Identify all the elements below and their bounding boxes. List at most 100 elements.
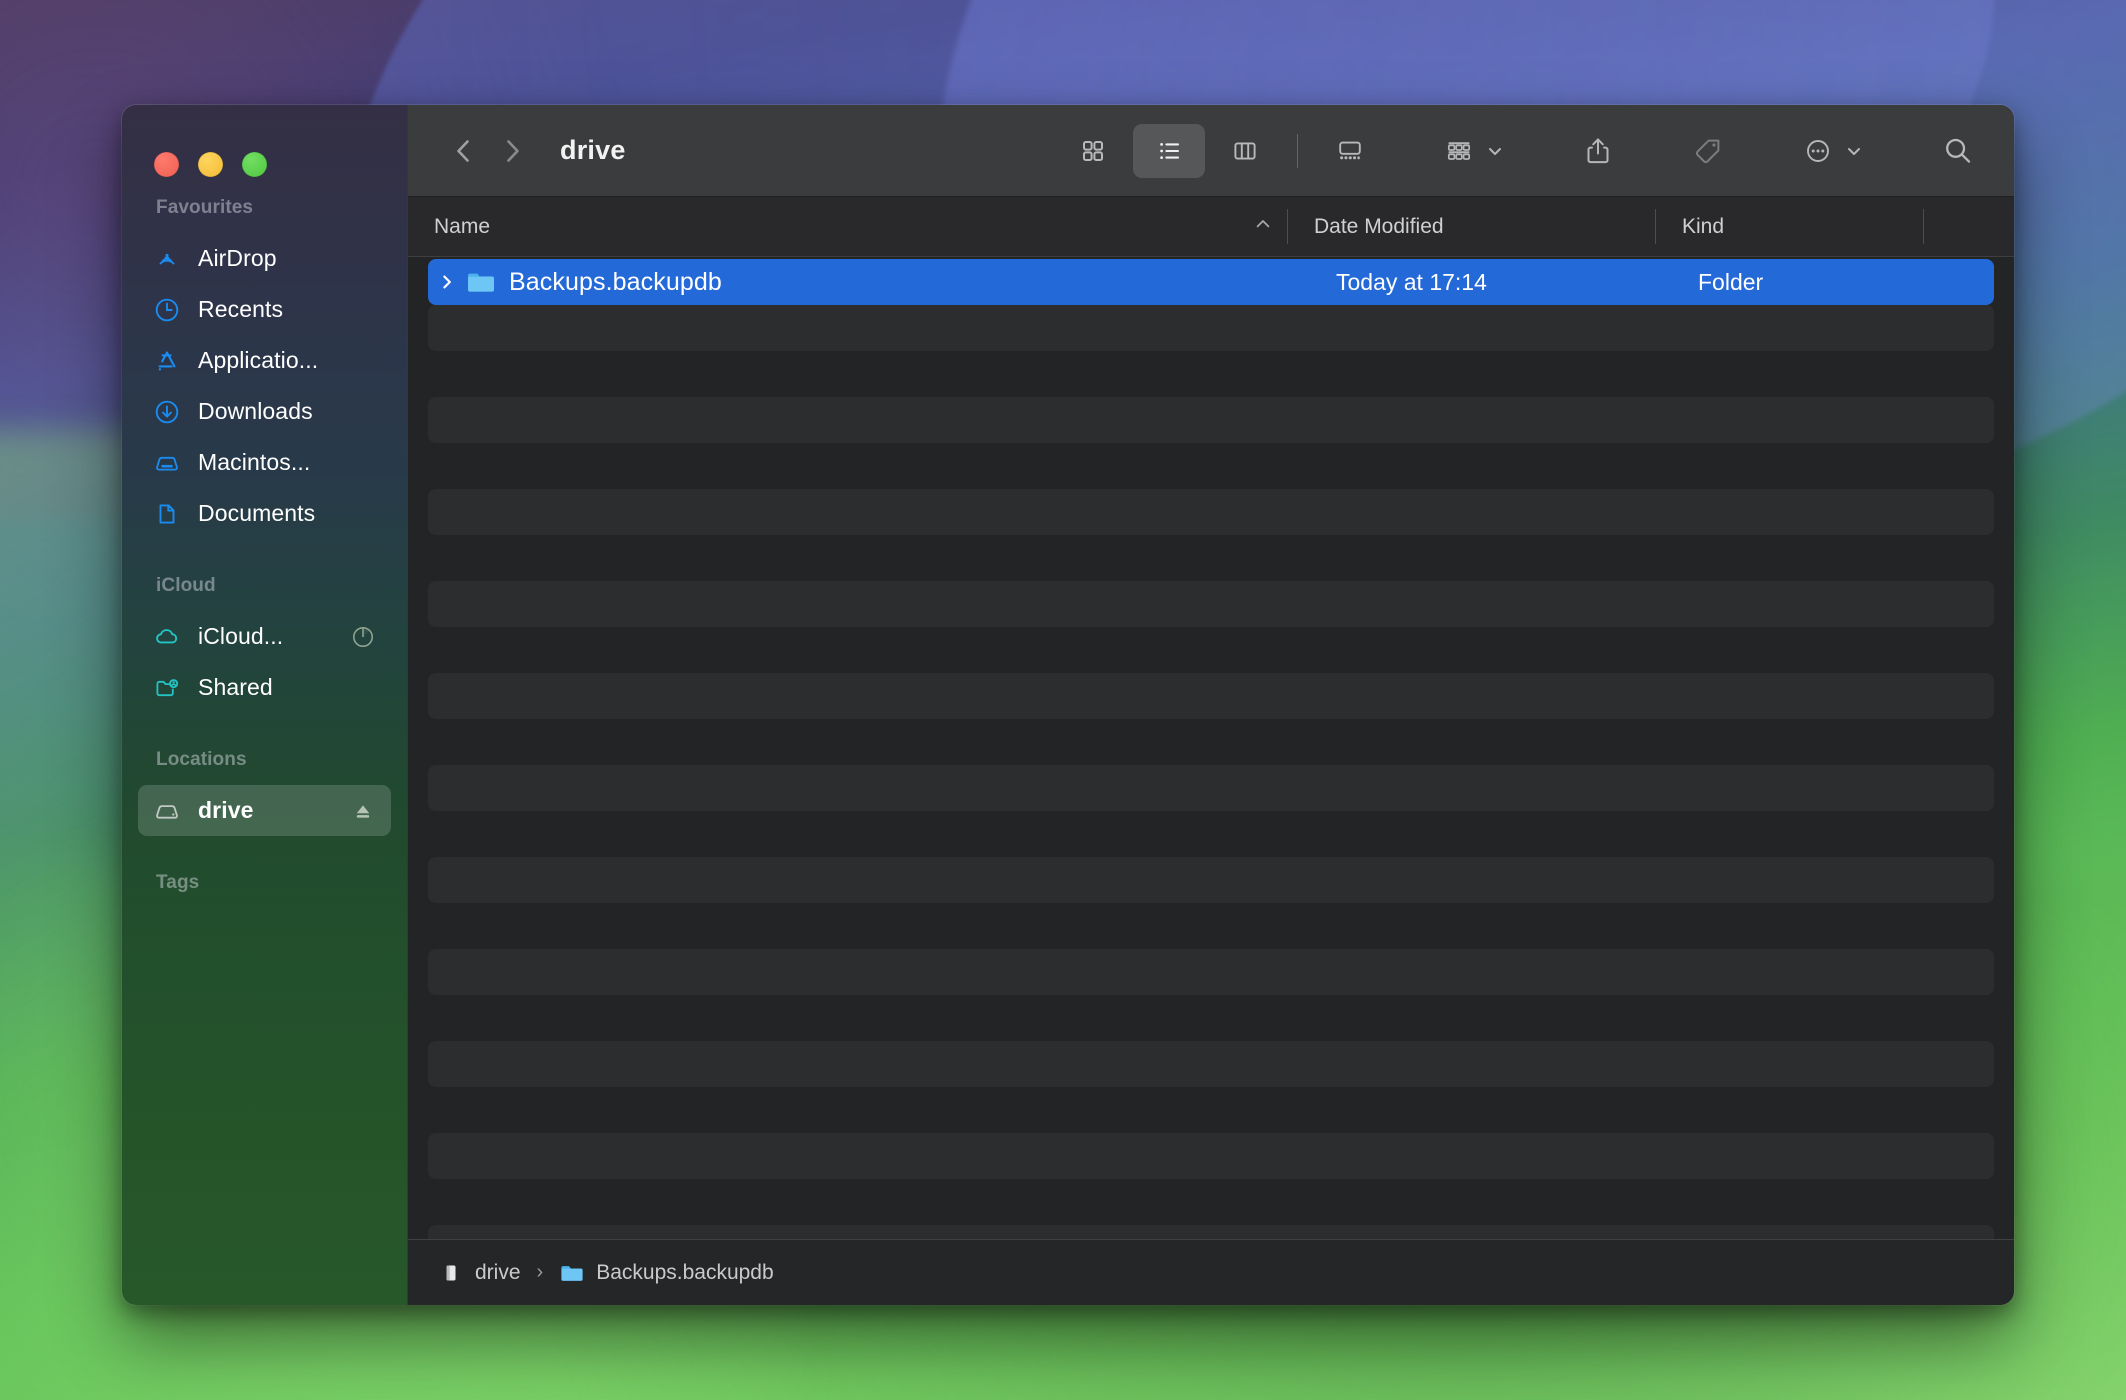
empty-row — [428, 811, 1994, 857]
path-bar: drive › Backups.backupdb — [408, 1239, 2014, 1305]
empty-row — [428, 1133, 1994, 1179]
clock-icon — [152, 295, 182, 325]
share-button[interactable] — [1569, 124, 1627, 178]
sidebar-section-icloud-title: iCloud — [156, 575, 216, 596]
sidebar-item-label: Macintos... — [198, 449, 311, 475]
empty-row — [428, 351, 1994, 397]
folder-icon — [464, 265, 498, 299]
view-mode-group — [1057, 123, 1386, 178]
empty-row — [428, 673, 1994, 719]
empty-row — [428, 719, 1994, 765]
file-list[interactable]: Backups.backupdb Today at 17:14 Folder — [408, 257, 2014, 1239]
gallery-view-button[interactable] — [1314, 124, 1386, 178]
sidebar-item-documents[interactable]: Documents — [138, 488, 391, 539]
table-row[interactable]: Backups.backupdb Today at 17:14 Folder — [428, 259, 1994, 305]
page-title: drive — [560, 135, 626, 165]
window-controls — [122, 105, 407, 197]
toolbar-divider — [1297, 133, 1298, 168]
list-view-button[interactable] — [1133, 123, 1205, 178]
more-actions-button[interactable] — [1789, 124, 1876, 178]
breadcrumb-label: drive — [475, 1260, 521, 1284]
empty-row — [428, 1179, 1994, 1225]
column-headers: Name Date Modified Kind — [408, 197, 2014, 257]
empty-row — [428, 305, 1994, 351]
column-header-date-modified[interactable]: Date Modified — [1288, 197, 1656, 256]
file-name: Backups.backupdb — [509, 267, 722, 296]
chevron-down-icon — [1848, 147, 1860, 155]
back-button[interactable] — [440, 127, 488, 175]
tags-button[interactable] — [1679, 124, 1737, 178]
breadcrumb-item-backups[interactable]: Backups.backupdb — [559, 1260, 774, 1286]
sidebar-item-icloud-drive[interactable]: iCloud... — [138, 611, 391, 662]
breadcrumb-separator: › — [536, 1261, 544, 1283]
empty-row — [428, 397, 1994, 443]
search-button[interactable] — [1928, 124, 1988, 178]
empty-row — [428, 765, 1994, 811]
empty-row — [428, 949, 1994, 995]
airdrop-icon — [152, 244, 182, 274]
sidebar-item-drive[interactable]: drive — [138, 785, 391, 836]
sidebar-section-favourites-title: Favourites — [156, 197, 254, 218]
sidebar-item-shared[interactable]: Shared — [138, 662, 391, 713]
external-drive-icon — [438, 1260, 464, 1286]
column-header-kind[interactable]: Kind — [1656, 197, 1924, 256]
file-kind: Folder — [1698, 268, 1764, 295]
column-header-label: Date Modified — [1314, 214, 1444, 238]
finder-window: Favourites AirDrop Recents Applicatio...… — [122, 105, 2014, 1305]
sidebar-section-locations-title: Locations — [156, 749, 247, 770]
eject-icon[interactable] — [349, 797, 377, 825]
empty-row — [428, 1225, 1994, 1239]
sidebar-item-label: Recents — [198, 296, 284, 322]
sidebar-item-macintosh-hd[interactable]: Macintos... — [138, 437, 391, 488]
sidebar-item-applications[interactable]: Applicatio... — [138, 335, 391, 386]
empty-row — [428, 1041, 1994, 1087]
close-button[interactable] — [154, 152, 179, 177]
column-header-label: Kind — [1682, 214, 1725, 238]
disclosure-chevron-icon[interactable] — [430, 272, 464, 292]
forward-button[interactable] — [488, 127, 536, 175]
download-icon — [152, 397, 182, 427]
icon-view-button[interactable] — [1057, 124, 1129, 178]
sidebar-item-label: drive — [198, 797, 254, 823]
column-header-spare[interactable] — [1924, 197, 2014, 256]
empty-row — [428, 581, 1994, 627]
folder-icon — [559, 1260, 585, 1286]
sidebar-item-label: Shared — [198, 674, 273, 700]
sidebar-item-recents[interactable]: Recents — [138, 284, 391, 335]
main-pane: drive Name Date Modified Kind Backups.ba… — [407, 105, 2014, 1305]
zoom-button[interactable] — [242, 152, 267, 177]
document-icon — [152, 499, 182, 529]
column-header-name[interactable]: Name — [408, 197, 1288, 256]
sidebar-item-label: Documents — [198, 500, 316, 526]
sidebar-item-label: Applicatio... — [198, 347, 319, 373]
sidebar-section-tags-title: Tags — [156, 872, 200, 893]
harddisk-icon — [152, 448, 182, 478]
breadcrumb-label: Backups.backupdb — [596, 1260, 774, 1284]
sync-progress-icon — [349, 623, 377, 651]
sidebar-item-airdrop[interactable]: AirDrop — [138, 233, 391, 284]
minimize-button[interactable] — [198, 152, 223, 177]
empty-row — [428, 857, 1994, 903]
empty-row — [428, 535, 1994, 581]
column-header-label: Name — [434, 214, 491, 238]
desktop: Favourites AirDrop Recents Applicatio...… — [0, 0, 2126, 1400]
group-by-button[interactable] — [1430, 124, 1517, 178]
toolbar: drive — [408, 105, 2014, 197]
chevron-down-icon — [1489, 147, 1501, 155]
toolbar-actions — [1430, 124, 1988, 178]
shared-folder-icon — [152, 673, 182, 703]
empty-row — [428, 443, 1994, 489]
empty-row — [428, 489, 1994, 535]
sidebar: Favourites AirDrop Recents Applicatio...… — [122, 105, 407, 1305]
sidebar-item-downloads[interactable]: Downloads — [138, 386, 391, 437]
sidebar-item-label: AirDrop — [198, 245, 277, 271]
breadcrumb-item-drive[interactable]: drive — [438, 1260, 521, 1286]
column-view-button[interactable] — [1209, 124, 1281, 178]
empty-row — [428, 995, 1994, 1041]
applications-icon — [152, 346, 182, 376]
sort-ascending-icon — [1254, 215, 1272, 239]
sidebar-item-label: iCloud... — [198, 623, 284, 649]
empty-rows-container — [408, 305, 2014, 1239]
sidebar-item-label: Downloads — [198, 398, 313, 424]
file-date-modified: Today at 17:14 — [1336, 268, 1487, 295]
